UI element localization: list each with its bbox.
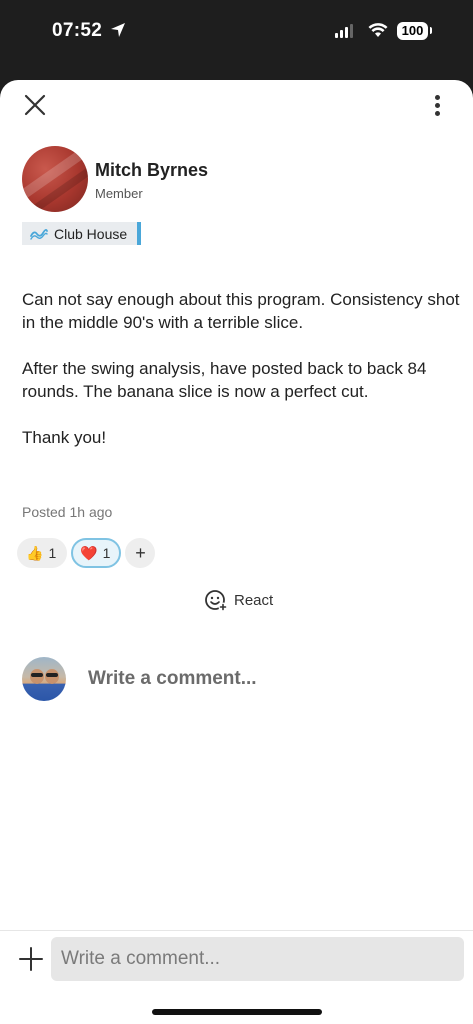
close-icon[interactable] bbox=[22, 92, 48, 118]
location-arrow-icon bbox=[111, 23, 125, 37]
add-reaction-button[interactable]: + bbox=[125, 538, 156, 568]
reaction-thumbs-up[interactable]: 👍 1 bbox=[17, 538, 68, 568]
battery-icon: 100 bbox=[397, 22, 428, 40]
reactions-bar: 👍 1 ❤️ 1 + bbox=[17, 538, 156, 568]
home-indicator bbox=[152, 1009, 322, 1015]
comment-input[interactable] bbox=[51, 937, 464, 981]
reaction-count: 1 bbox=[48, 545, 57, 561]
composer-divider bbox=[0, 930, 473, 931]
cellular-signal-icon bbox=[335, 24, 353, 38]
comment-prompt[interactable]: Write a comment... bbox=[88, 668, 257, 690]
author-avatar[interactable] bbox=[22, 146, 88, 212]
reaction-count: 1 bbox=[102, 545, 111, 561]
reaction-heart[interactable]: ❤️ 1 bbox=[71, 538, 122, 568]
current-user-avatar bbox=[22, 657, 66, 701]
post-sheet: Mitch Byrnes Member Club House Can not s… bbox=[0, 80, 473, 1024]
add-emoji-icon bbox=[205, 590, 228, 612]
author-role: Member bbox=[95, 186, 143, 201]
space-tag[interactable]: Club House bbox=[22, 222, 142, 245]
post-paragraph: Can not say enough about this program. C… bbox=[22, 290, 460, 332]
react-label: React bbox=[234, 591, 274, 609]
post-body: Can not say enough about this program. C… bbox=[22, 288, 462, 472]
more-options-icon[interactable] bbox=[428, 92, 448, 118]
space-tag-label: Club House bbox=[54, 225, 128, 242]
thumbs-up-icon: 👍 bbox=[26, 544, 44, 561]
posted-time: Posted 1h ago bbox=[22, 504, 113, 520]
wifi-icon bbox=[368, 23, 388, 37]
status-time: 07:52 bbox=[52, 20, 103, 41]
author-name[interactable]: Mitch Byrnes bbox=[95, 160, 208, 181]
plus-icon[interactable] bbox=[18, 946, 44, 972]
react-button[interactable]: React bbox=[204, 588, 273, 612]
post-paragraph: After the swing analysis, have posted ba… bbox=[22, 359, 427, 401]
post-paragraph: Thank you! bbox=[22, 428, 107, 447]
status-bar: 07:52 100 bbox=[0, 0, 473, 80]
battery-tip bbox=[430, 27, 432, 34]
wave-icon bbox=[30, 228, 48, 240]
heart-icon: ❤️ bbox=[80, 544, 98, 561]
